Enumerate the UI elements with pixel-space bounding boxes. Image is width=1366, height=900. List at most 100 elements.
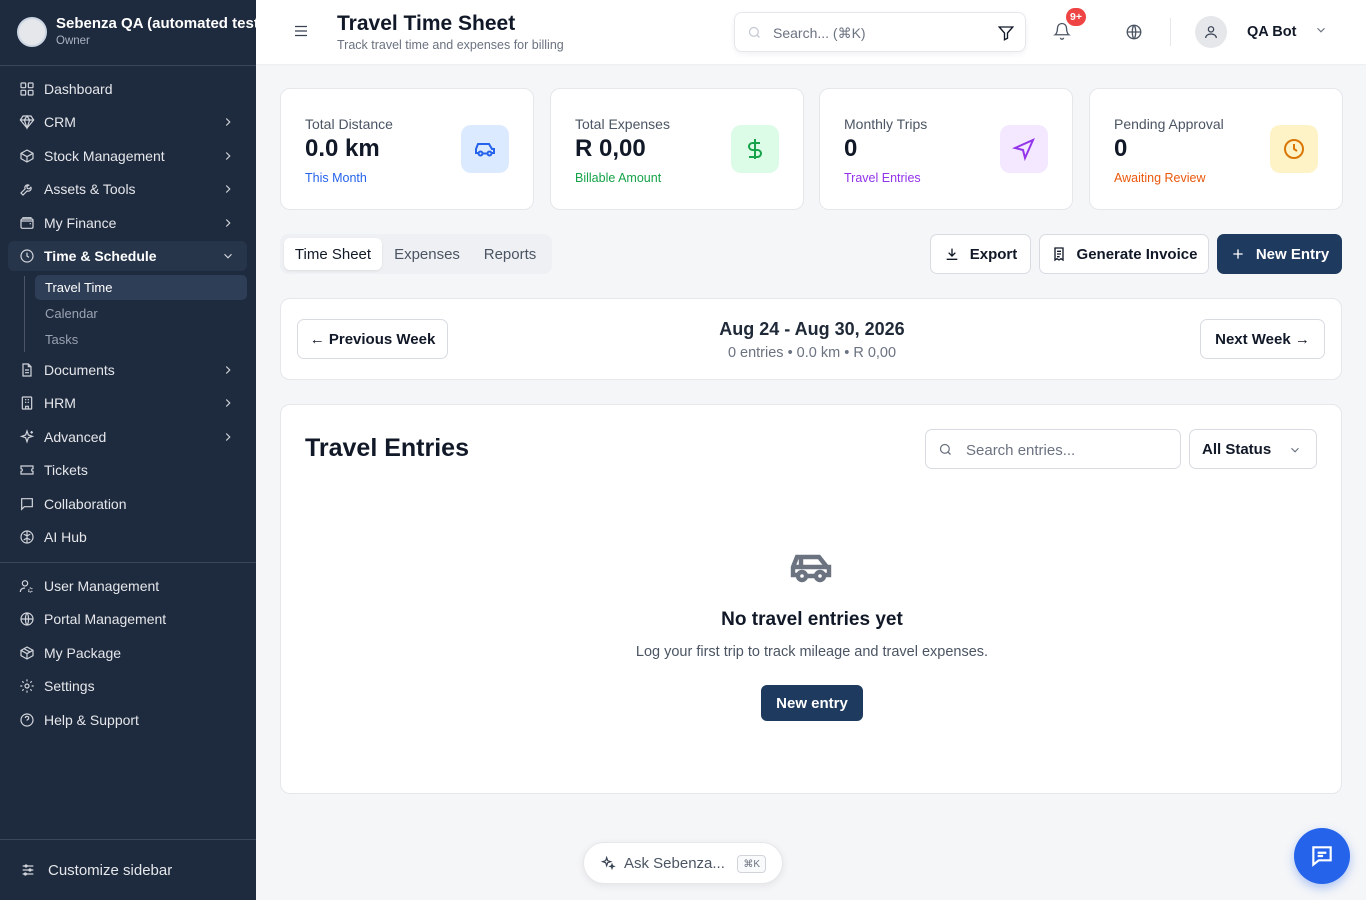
section-title: Travel Entries xyxy=(305,434,469,462)
filter-icon[interactable] xyxy=(997,24,1015,47)
user-menu-chevron[interactable] xyxy=(1314,23,1328,42)
chat-support-button[interactable] xyxy=(1294,828,1350,884)
chevron-right-icon xyxy=(221,216,235,230)
sidebar-item-hrm[interactable]: HRM xyxy=(8,388,247,418)
ask-assistant-label: Ask Sebenza... xyxy=(624,854,725,872)
generate-invoice-button[interactable]: Generate Invoice xyxy=(1039,234,1209,274)
stat-card-total-distance: Total Distance 0.0 km This Month xyxy=(280,88,534,210)
sidebar-item-stock[interactable]: Stock Management xyxy=(8,141,247,171)
chevron-down-icon xyxy=(221,249,235,263)
sliders-icon xyxy=(22,864,34,876)
tab-expenses[interactable]: Expenses xyxy=(384,238,470,270)
page-title: Travel Time Sheet xyxy=(337,12,516,35)
help-icon xyxy=(18,711,36,729)
stat-label: Monthly Trips xyxy=(844,116,928,132)
global-search[interactable] xyxy=(734,12,1026,52)
sidebar-subitem-tasks[interactable]: Tasks xyxy=(35,327,247,352)
sidebar-item-label: Dashboard xyxy=(44,81,113,97)
entries-search[interactable] xyxy=(925,429,1181,469)
sidebar-item-dashboard[interactable]: Dashboard xyxy=(8,74,247,104)
download-icon xyxy=(946,248,958,260)
sidebar: Sebenza QA (automated tests) Owner Dashb… xyxy=(0,0,256,900)
stat-note: This Month xyxy=(305,171,367,185)
sidebar-item-documents[interactable]: Documents xyxy=(8,355,247,385)
grid-icon xyxy=(18,80,36,98)
sidebar-item-finance[interactable]: My Finance xyxy=(8,208,247,238)
sidebar-divider xyxy=(0,562,256,563)
stat-value: R 0,00 xyxy=(575,135,646,162)
sidebar-item-portal-management[interactable]: Portal Management xyxy=(8,604,247,634)
org-role: Owner xyxy=(56,35,90,47)
page-subtitle: Track travel time and expenses for billi… xyxy=(337,38,564,52)
entries-search-input[interactable] xyxy=(966,439,1166,461)
stat-value: 0 xyxy=(844,135,858,162)
language-button[interactable] xyxy=(1125,23,1143,46)
user-icon xyxy=(1205,26,1217,39)
stat-label: Total Expenses xyxy=(575,116,670,132)
car-icon xyxy=(787,547,835,592)
new-entry-button[interactable]: New Entry xyxy=(1217,234,1342,274)
menu-toggle-button[interactable] xyxy=(292,22,310,42)
stat-card-total-expenses: Total Expenses R 0,00 Billable Amount xyxy=(550,88,804,210)
sidebar-item-advanced[interactable]: Advanced xyxy=(8,422,247,452)
org-name: Sebenza QA (automated tests) xyxy=(56,15,256,32)
sidebar-subitem-travel-time[interactable]: Travel Time xyxy=(35,275,247,300)
sparkle-icon xyxy=(18,428,36,446)
stat-label: Total Distance xyxy=(305,116,393,132)
sidebar-item-label: Portal Management xyxy=(44,611,167,627)
user-cog-icon xyxy=(18,577,36,595)
navigation-icon xyxy=(1000,125,1048,173)
org-switcher[interactable]: Sebenza QA (automated tests) Owner xyxy=(0,0,256,66)
wrench-icon xyxy=(18,180,36,198)
export-label: Export xyxy=(969,245,1018,263)
tab-time-sheet[interactable]: Time Sheet xyxy=(284,238,382,270)
ask-assistant-button[interactable]: Ask Sebenza... ⌘K xyxy=(583,842,783,884)
sidebar-item-label: Collaboration xyxy=(44,496,127,512)
sidebar-item-label: Documents xyxy=(44,362,115,378)
avatar[interactable] xyxy=(1195,16,1227,48)
status-filter-select[interactable]: All Status xyxy=(1189,429,1317,469)
export-button[interactable]: Export xyxy=(930,234,1031,274)
stat-card-pending-approval: Pending Approval 0 Awaiting Review xyxy=(1089,88,1343,210)
stat-card-monthly-trips: Monthly Trips 0 Travel Entries xyxy=(819,88,1073,210)
notifications-button[interactable] xyxy=(1053,22,1071,45)
global-search-input[interactable] xyxy=(773,22,973,44)
next-week-button[interactable]: Next Week → xyxy=(1200,319,1325,359)
sidebar-item-help[interactable]: Help & Support xyxy=(8,705,247,735)
search-icon xyxy=(939,443,951,455)
status-filter-value: All Status xyxy=(1202,440,1272,458)
sidebar-subitem-calendar[interactable]: Calendar xyxy=(35,301,247,326)
sidebar-item-collaboration[interactable]: Collaboration xyxy=(8,489,247,519)
user-name[interactable]: QA Bot xyxy=(1247,24,1296,40)
car-icon xyxy=(461,125,509,173)
sidebar-item-label: CRM xyxy=(44,114,76,130)
customize-sidebar-button[interactable]: Customize sidebar xyxy=(0,839,256,900)
sidebar-item-crm[interactable]: CRM xyxy=(8,107,247,137)
globe-icon xyxy=(1126,24,1142,40)
sidebar-item-user-management[interactable]: User Management xyxy=(8,571,247,601)
globe-icon xyxy=(18,610,36,628)
week-navigator: Aug 24 - Aug 30, 2026 0 entries • 0.0 km… xyxy=(280,298,1342,380)
sidebar-item-time-schedule[interactable]: Time & Schedule xyxy=(8,241,247,271)
sidebar-item-my-package[interactable]: My Package xyxy=(8,638,247,668)
sidebar-item-ai-hub[interactable]: AI Hub xyxy=(8,522,247,552)
stat-note: Awaiting Review xyxy=(1114,171,1206,185)
chevron-right-icon xyxy=(221,430,235,444)
sidebar-item-label: AI Hub xyxy=(44,529,87,545)
sidebar-item-label: HRM xyxy=(44,395,76,411)
sidebar-item-assets[interactable]: Assets & Tools xyxy=(8,174,247,204)
package-icon xyxy=(18,644,36,662)
chevron-right-icon xyxy=(221,363,235,377)
view-tabs: Time Sheet Expenses Reports xyxy=(280,234,552,274)
chevron-right-icon xyxy=(221,149,235,163)
empty-new-entry-button[interactable]: New entry xyxy=(761,685,863,721)
chat-icon xyxy=(18,495,36,513)
sidebar-item-tickets[interactable]: Tickets xyxy=(8,455,247,485)
previous-week-button[interactable]: ← Previous Week xyxy=(297,319,448,359)
sidebar-item-label: Settings xyxy=(44,678,95,694)
travel-entries-panel: Travel Entries All Status No travel entr… xyxy=(280,404,1342,794)
tab-reports[interactable]: Reports xyxy=(472,238,548,270)
sidebar-item-label: Advanced xyxy=(44,429,107,445)
sidebar-item-settings[interactable]: Settings xyxy=(8,671,247,701)
sidebar-item-label: My Package xyxy=(44,645,122,661)
